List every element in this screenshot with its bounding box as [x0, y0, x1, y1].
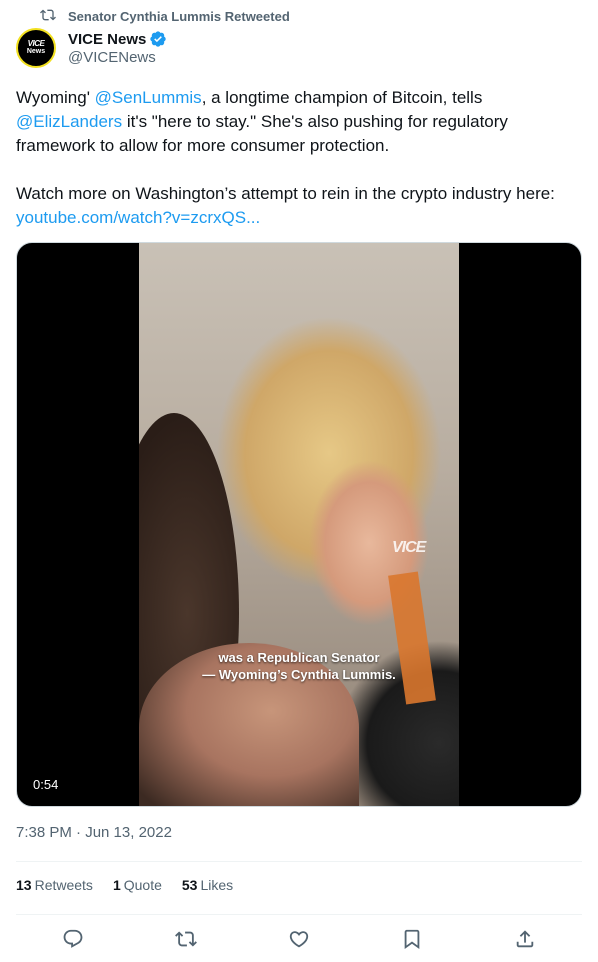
- tweet-paragraph-1: Wyoming' @SenLummis, a longtime champion…: [16, 86, 582, 158]
- video-player[interactable]: VICE was a Republican Senator — Wyoming’…: [16, 242, 582, 807]
- bookmark-button[interactable]: [401, 928, 423, 950]
- tweet-paragraph-2: Watch more on Washington’s attempt to re…: [16, 182, 582, 230]
- video-frame: [139, 243, 459, 806]
- retweet-context-label: Senator Cynthia Lummis Retweeted: [68, 8, 290, 24]
- video-background-shape: [388, 571, 436, 705]
- retweets-stat[interactable]: 13 Retweets: [16, 877, 93, 893]
- reply-button[interactable]: [62, 928, 84, 950]
- divider: [16, 861, 582, 862]
- youtube-link[interactable]: youtube.com/watch?v=zcrxQS...: [16, 208, 260, 227]
- tweet-timestamp[interactable]: 7:38 PM · Jun 13, 2022: [16, 824, 172, 841]
- tweet-text-segment: , a longtime champion of Bitcoin, tells: [201, 88, 483, 107]
- tweet-actions: [16, 924, 582, 954]
- quotes-count: 1: [112, 877, 121, 893]
- divider: [16, 914, 582, 915]
- author-names: VICE News @VICENews: [68, 30, 167, 66]
- tweet-header: VICE News VICE News @VICENews: [16, 28, 167, 68]
- mention-link-senlummis[interactable]: @SenLummis: [95, 88, 202, 107]
- retweet-button[interactable]: [174, 928, 197, 950]
- video-caption-line: was a Republican Senator: [218, 650, 380, 665]
- tweet-text: Wyoming' @SenLummis, a longtime champion…: [16, 86, 582, 230]
- verified-badge-icon: [149, 30, 167, 48]
- tweet-text-segment: Wyoming': [16, 88, 95, 107]
- retweet-context[interactable]: Senator Cynthia Lummis Retweeted: [40, 6, 290, 26]
- author-handle[interactable]: @VICENews: [68, 49, 167, 66]
- display-name-row: VICE News: [68, 30, 167, 48]
- retweet-icon: [40, 7, 56, 26]
- reply-icon: [62, 928, 84, 950]
- vice-watermark: VICE: [392, 539, 426, 556]
- retweet-icon: [174, 928, 197, 950]
- avatar-logo-subtext: News: [26, 48, 46, 55]
- video-caption-line: — Wyoming’s Cynthia Lummis.: [202, 667, 396, 682]
- video-duration: 0:54: [33, 777, 59, 792]
- tweet-text-segment: Watch more on Washington’s attempt to re…: [16, 184, 555, 203]
- quotes-label: Quote: [123, 877, 162, 893]
- mention-link-elizlanders[interactable]: @ElizLanders: [16, 112, 122, 131]
- tweet-stats: 13 Retweets 1 Quote 53 Likes: [16, 877, 233, 893]
- retweets-count: 13: [16, 877, 32, 893]
- heart-icon: [288, 928, 310, 950]
- likes-stat[interactable]: 53 Likes: [182, 877, 233, 893]
- likes-count: 53: [181, 877, 198, 893]
- share-button[interactable]: [514, 928, 536, 950]
- display-name[interactable]: VICE News: [68, 31, 146, 48]
- avatar[interactable]: VICE News: [16, 28, 56, 68]
- video-caption: was a Republican Senator — Wyoming’s Cyn…: [139, 649, 459, 683]
- share-icon: [514, 928, 536, 950]
- likes-label: Likes: [200, 877, 234, 893]
- retweets-label: Retweets: [34, 877, 93, 893]
- quotes-stat[interactable]: 1 Quote: [113, 877, 162, 893]
- like-button[interactable]: [288, 928, 310, 950]
- avatar-logo-text: VICE: [27, 39, 45, 48]
- bookmark-icon: [401, 928, 423, 950]
